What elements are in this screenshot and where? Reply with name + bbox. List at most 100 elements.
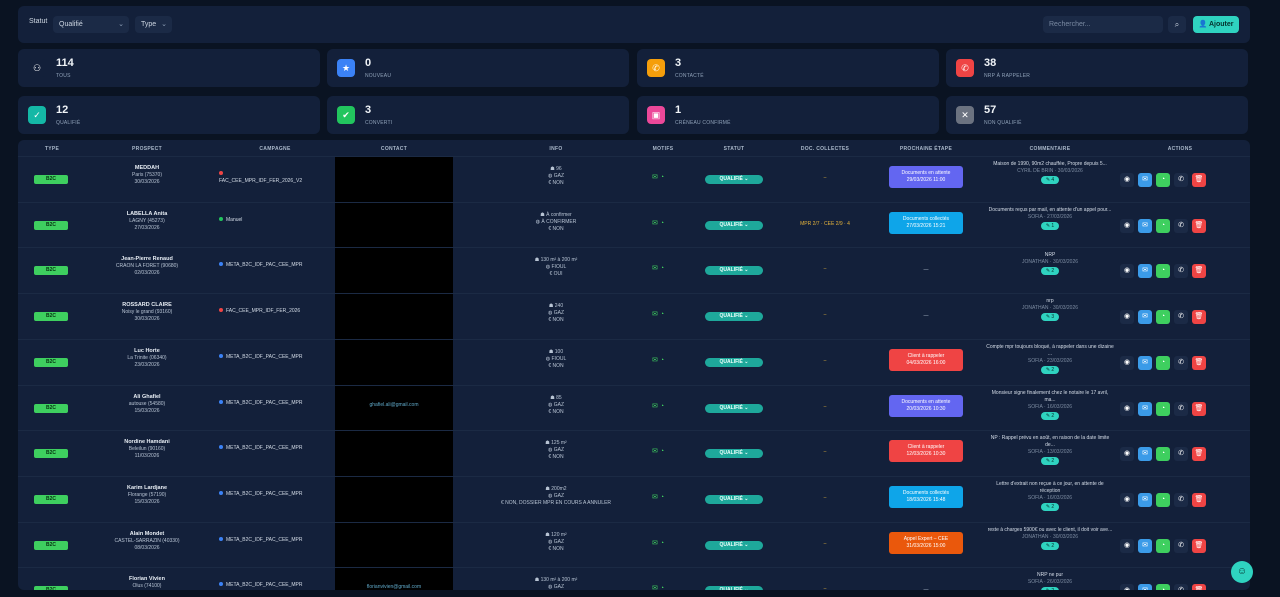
whatsapp-icon[interactable]: ◔ <box>660 540 664 547</box>
view-icon[interactable]: ◉ <box>1120 447 1134 462</box>
status-dropdown[interactable]: QUALIFIÉ ⌄ <box>705 494 763 504</box>
stat-card-converti[interactable]: ✔ 3 CONVERTI <box>327 96 629 134</box>
table-row[interactable]: B2C Florian Vivien Olus (74100) 07/03/20… <box>18 567 1250 590</box>
next-step-badge[interactable]: Client à rappeler 12/03/2026 10:30 <box>889 440 963 463</box>
type-select[interactable]: Type ⌄ <box>135 16 172 33</box>
prospect-cell[interactable]: ROSSARD CLAIRE Noisy le grand (93160) 30… <box>108 302 186 323</box>
whatsapp-icon[interactable]: ◔ <box>1156 173 1170 187</box>
comment-cell[interactable]: Monsieur signe finalement chez le notair… <box>986 390 1114 420</box>
comment-cell[interactable]: Compte mpr toujours bloqué, à rappeler d… <box>986 344 1114 374</box>
view-icon[interactable]: ◉ <box>1120 538 1134 553</box>
stat-card-nouveau[interactable]: ★ 0 NOUVEAU <box>327 49 629 87</box>
comment-count-badge[interactable]: ✎ 3 <box>1041 313 1059 322</box>
status-dropdown[interactable]: QUALIFIÉ ⌄ <box>705 312 763 322</box>
stat-card-cr-neau-confirm-[interactable]: ▣ 1 CRÉNEAU CONFIRMÉ <box>637 96 939 134</box>
whatsapp-icon[interactable]: ◔ <box>660 220 664 227</box>
comment-count-badge[interactable]: ✎ 2 <box>1041 502 1059 511</box>
table-row[interactable]: B2C Ali Ghafiel autouse (54580) 15/03/20… <box>18 384 1250 432</box>
delete-icon[interactable]: 🗑 <box>1192 447 1206 462</box>
comment-count-badge[interactable]: ✎ 2 <box>1041 365 1059 374</box>
table-row[interactable]: B2C Karim Lardjane Florange (57190) 15/0… <box>18 475 1250 523</box>
phone-icon[interactable]: ✆ <box>1174 584 1188 590</box>
table-row[interactable]: B2C LABELLA Anita LAGNY (45273) 27/03/20… <box>18 201 1250 249</box>
whatsapp-icon[interactable]: ◔ <box>1156 355 1170 370</box>
view-icon[interactable]: ◉ <box>1120 173 1134 187</box>
stat-card-qualifi-[interactable]: ✓ 12 QUALIFIÉ <box>18 96 320 134</box>
status-select[interactable]: Qualifié ⌄ <box>53 16 129 33</box>
whatsapp-icon[interactable]: ◔ <box>1156 310 1170 325</box>
phone-icon[interactable]: ✆ <box>1174 401 1188 416</box>
whatsapp-icon[interactable]: ◔ <box>660 174 664 181</box>
delete-icon[interactable]: 🗑 <box>1192 584 1206 590</box>
next-step-badge[interactable]: Documents collectés 18/03/2026 15:48 <box>889 485 963 508</box>
next-step-badge[interactable]: Documents collectés 27/03/2026 15:21 <box>889 211 963 234</box>
phone-icon[interactable]: ✆ <box>1174 218 1188 233</box>
mail-icon[interactable]: ✉ <box>652 540 658 547</box>
phone-icon[interactable]: ✆ <box>1174 264 1188 279</box>
stat-card-non-qualifi-[interactable]: ✕ 57 NON QUALIFIÉ <box>946 96 1248 134</box>
whatsapp-icon[interactable]: ◔ <box>660 585 664 590</box>
table-row[interactable]: B2C Luc Horte La Trinite (06340) 23/03/2… <box>18 338 1250 386</box>
view-icon[interactable]: ◉ <box>1120 401 1134 416</box>
phone-icon[interactable]: ✆ <box>1174 447 1188 462</box>
view-icon[interactable]: ◉ <box>1120 218 1134 233</box>
whatsapp-icon[interactable]: ◔ <box>660 265 664 272</box>
status-dropdown[interactable]: QUALIFIÉ ⌄ <box>705 540 763 550</box>
email-icon[interactable]: ✉ <box>1138 264 1152 279</box>
prospect-cell[interactable]: Florian Vivien Olus (74100) 07/03/2026 <box>108 576 186 590</box>
delete-icon[interactable]: 🗑 <box>1192 492 1206 507</box>
delete-icon[interactable]: 🗑 <box>1192 173 1206 187</box>
next-step-badge[interactable]: Documents en attente 20/03/2026 10:30 <box>889 394 963 417</box>
delete-icon[interactable]: 🗑 <box>1192 355 1206 370</box>
delete-icon[interactable]: 🗑 <box>1192 310 1206 325</box>
mail-icon[interactable]: ✉ <box>652 174 658 181</box>
comment-count-badge[interactable]: ✎ 2 <box>1041 457 1059 466</box>
view-icon[interactable]: ◉ <box>1120 264 1134 279</box>
table-row[interactable]: B2C Jean-Pierre Renaud CRAON LA FORET (9… <box>18 247 1250 295</box>
next-step-badge[interactable]: Appel Expert – CEE 31/03/2026 15:00 <box>889 531 963 554</box>
stat-card-contact-[interactable]: ✆ 3 CONTACTÉ <box>637 49 939 87</box>
comment-cell[interactable]: Maison de 1990, 90m2 chauffée, Propre de… <box>986 161 1114 184</box>
search-button[interactable]: ⌕ <box>1168 16 1186 33</box>
comment-cell[interactable]: NRP JONATHAN · 30/03/2026 ✎ 2 <box>986 252 1114 276</box>
comment-cell[interactable]: Lettre d'extrait non reçue à ce jour, en… <box>986 481 1114 511</box>
email-icon[interactable]: ✉ <box>1138 401 1152 416</box>
status-dropdown[interactable]: QUALIFIÉ ⌄ <box>705 357 763 367</box>
whatsapp-icon[interactable]: ◔ <box>1156 492 1170 507</box>
phone-icon[interactable]: ✆ <box>1174 173 1188 187</box>
status-dropdown[interactable]: QUALIFIÉ ⌄ <box>705 449 763 459</box>
table-row[interactable]: B2C ROSSARD CLAIRE Noisy le grand (93160… <box>18 293 1250 341</box>
email-icon[interactable]: ✉ <box>1138 355 1152 370</box>
whatsapp-icon[interactable]: ◔ <box>1156 447 1170 462</box>
comment-count-badge[interactable]: ✎ 2 <box>1041 411 1059 420</box>
comment-cell[interactable]: NP : Rappel prévu en août, en raison de … <box>986 435 1114 466</box>
mail-icon[interactable]: ✉ <box>652 585 658 590</box>
table-row[interactable]: B2C Alain Mondet CASTEL-SARRAZIN (40330)… <box>18 521 1250 569</box>
whatsapp-icon[interactable]: ◔ <box>660 357 664 364</box>
chat-icon[interactable]: ☺ <box>1231 561 1253 583</box>
prospect-cell[interactable]: Jean-Pierre Renaud CRAON LA FORET (90680… <box>108 256 186 277</box>
prospect-cell[interactable]: MEDDAH Paris (75370) 30/03/2026 <box>108 165 186 186</box>
email-icon[interactable]: ✉ <box>1138 218 1152 233</box>
add-button[interactable]: 👤 Ajouter <box>1193 16 1239 33</box>
prospect-cell[interactable]: Alain Mondet CASTEL-SARRAZIN (40330) 08/… <box>108 531 186 552</box>
comment-count-badge[interactable]: ✎ 1 <box>1041 221 1059 230</box>
comment-cell[interactable]: nrp JONATHAN · 30/03/2026 ✎ 3 <box>986 298 1114 322</box>
comment-count-badge[interactable]: ✎ 4 <box>1041 176 1059 184</box>
status-dropdown[interactable]: QUALIFIÉ ⌄ <box>705 586 763 590</box>
mail-icon[interactable]: ✉ <box>652 403 658 410</box>
view-icon[interactable]: ◉ <box>1120 584 1134 590</box>
whatsapp-icon[interactable]: ◔ <box>1156 538 1170 553</box>
mail-icon[interactable]: ✉ <box>652 220 658 227</box>
delete-icon[interactable]: 🗑 <box>1192 218 1206 233</box>
delete-icon[interactable]: 🗑 <box>1192 264 1206 279</box>
comment-count-badge[interactable]: ✎ 2 <box>1041 587 1059 590</box>
status-dropdown[interactable]: QUALIFIÉ ⌄ <box>705 220 763 230</box>
whatsapp-icon[interactable]: ◔ <box>1156 401 1170 416</box>
phone-icon[interactable]: ✆ <box>1174 492 1188 507</box>
comment-cell[interactable]: reste à charges 5900€ ou avec le client,… <box>986 527 1114 550</box>
view-icon[interactable]: ◉ <box>1120 492 1134 507</box>
whatsapp-icon[interactable]: ◔ <box>1156 218 1170 233</box>
next-step-badge[interactable]: Documents en attente 29/03/2026 11:00 <box>889 166 963 188</box>
whatsapp-icon[interactable]: ◔ <box>660 311 664 318</box>
